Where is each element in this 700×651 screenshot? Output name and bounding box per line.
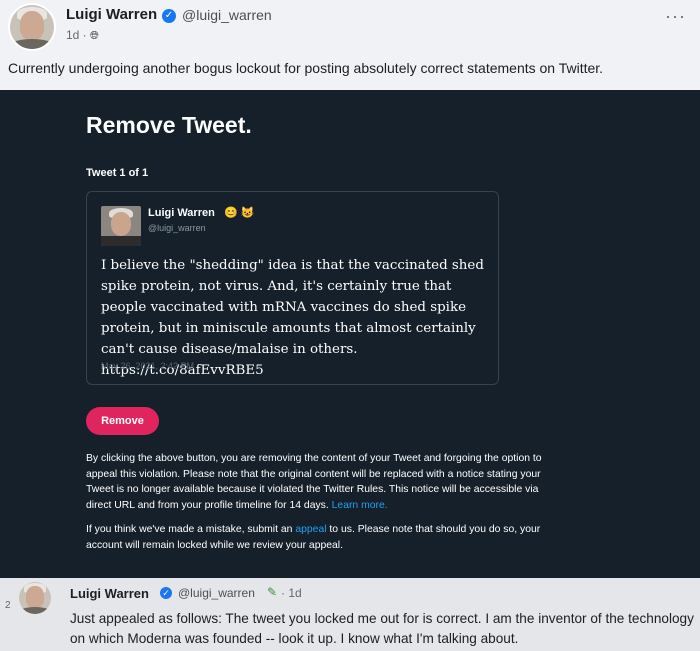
tweet-author-handle: @luigi_warren	[148, 223, 206, 233]
removal-notice: By clicking the above button, you are re…	[86, 451, 566, 513]
author-handle[interactable]: @luigi_warren	[182, 7, 272, 23]
comment-body: Just appealed as follows: The tweet you …	[70, 611, 694, 646]
comment-author-avatar[interactable]	[19, 582, 51, 614]
tweet-author-avatar	[101, 206, 141, 246]
comment: 2 Luigi Warren ✓ @luigi_warren ✎ · 1d Ju…	[0, 578, 700, 651]
verified-badge-icon: ✓	[162, 9, 176, 23]
tweet-date: May 26, 2021, 2:42 PM	[101, 361, 195, 371]
comment-timestamp[interactable]: · 1d	[281, 586, 302, 600]
edited-pencil-icon: ✎	[267, 585, 278, 599]
panel-title: Remove Tweet.	[86, 112, 252, 138]
notice-text: By clicking the above button, you are re…	[86, 453, 542, 511]
post-timestamp[interactable]: 1d · 🌐︎	[66, 28, 99, 43]
comment-author-handle[interactable]: @luigi_warren	[178, 586, 255, 600]
twitter-remove-tweet-panel: Remove Tweet. Tweet 1 of 1 Luigi Warren …	[0, 90, 700, 578]
tweet-author-name: Luigi Warren	[148, 207, 215, 219]
tweet-count: Tweet 1 of 1	[86, 167, 149, 179]
appeal-notice: If you think we've made a mistake, submi…	[86, 522, 566, 553]
author-avatar[interactable]	[8, 3, 56, 51]
more-options-icon[interactable]: ···	[665, 6, 686, 27]
learn-more-link[interactable]: Learn more.	[332, 500, 388, 511]
post-time-text: 1d ·	[66, 28, 87, 42]
post-body: Currently undergoing another bogus locko…	[8, 60, 604, 76]
verified-badge-icon: ✓	[160, 587, 172, 599]
author-name[interactable]: Luigi Warren	[66, 6, 157, 23]
tweet-card: Luigi Warren 😊 😺 @luigi_warren I believe…	[86, 191, 499, 385]
reply-count: 2	[5, 600, 11, 611]
facebook-post: Luigi Warren ✓ @luigi_warren 1d · 🌐︎ ···…	[0, 0, 700, 90]
emoji-icons: 😊 😺	[224, 207, 255, 219]
remove-button[interactable]: Remove	[86, 407, 159, 435]
comment-bubble: Luigi Warren ✓ @luigi_warren ✎ · 1d Just…	[59, 578, 700, 651]
comment-author-name[interactable]: Luigi Warren	[70, 586, 149, 601]
appeal-prefix: If you think we've made a mistake, submi…	[86, 524, 293, 535]
globe-icon: 🌐︎	[90, 30, 99, 42]
appeal-link[interactable]: appeal	[295, 524, 326, 535]
